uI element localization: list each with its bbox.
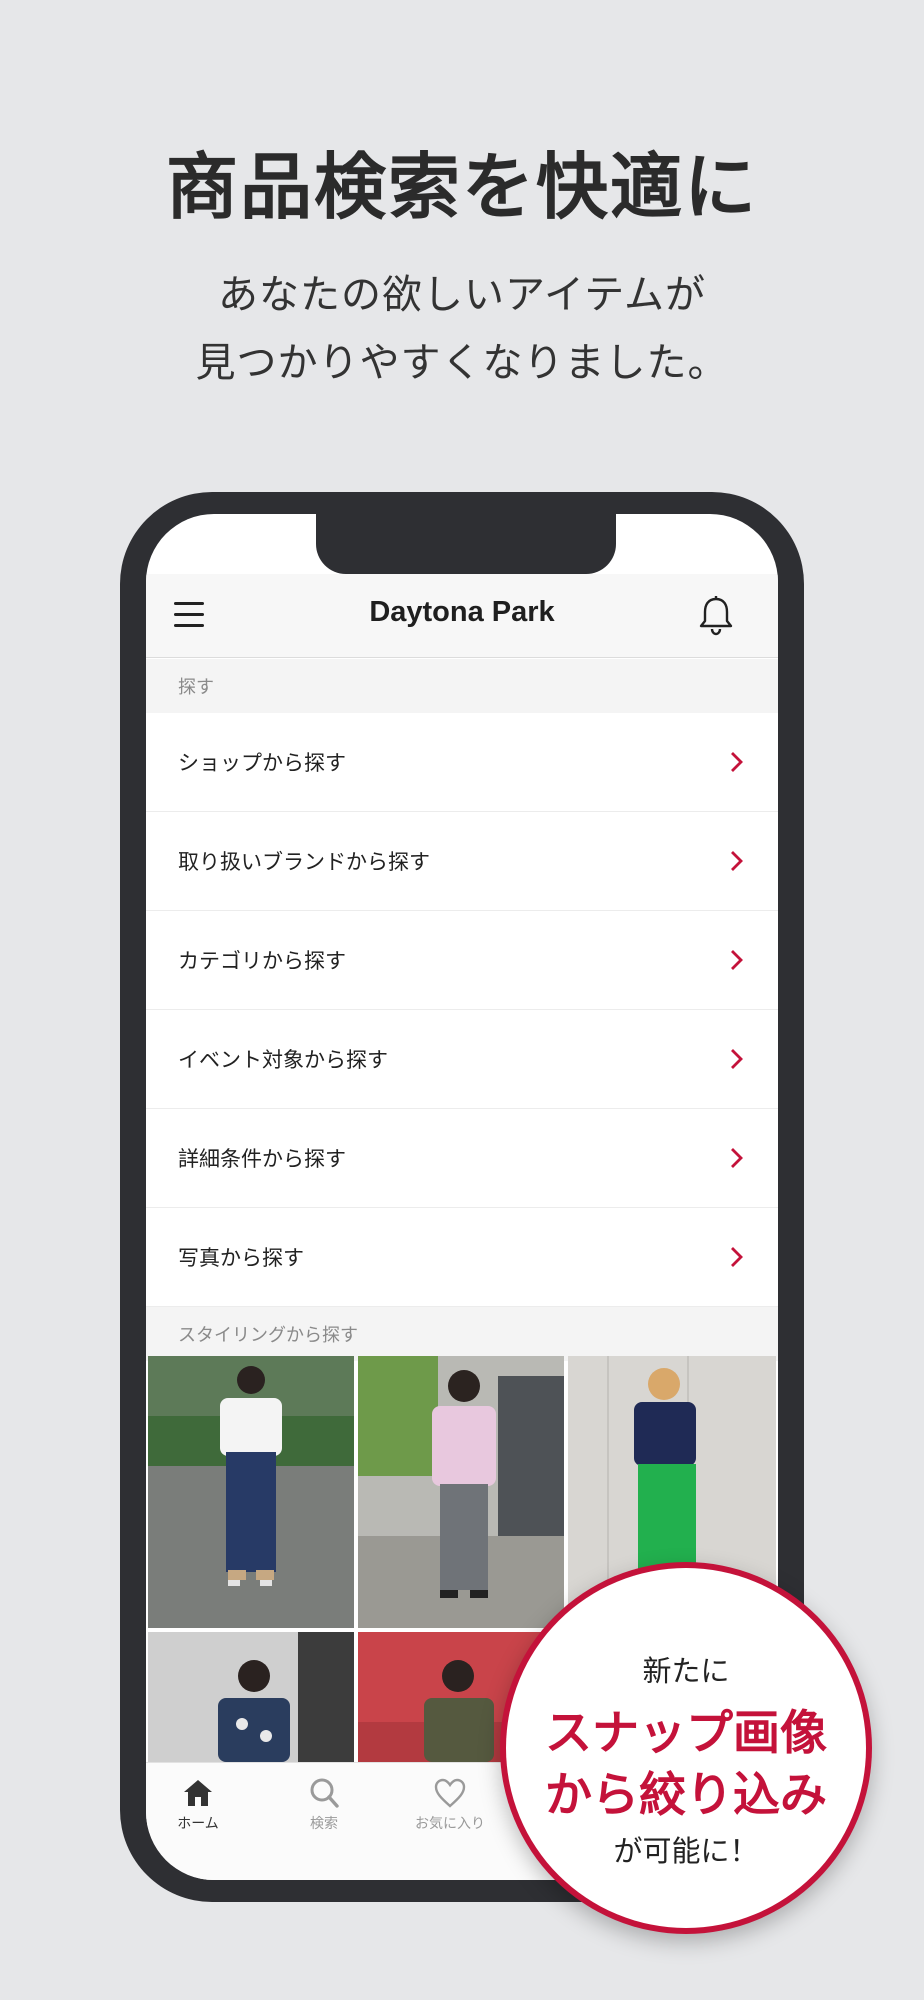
list-item-shop[interactable]: ショップから探す — [146, 713, 778, 812]
styling-section-label: スタイリングから探す — [146, 1307, 778, 1361]
tab-home[interactable]: ホーム — [146, 1777, 258, 1833]
tab-search[interactable]: 検索 — [264, 1777, 384, 1833]
list-item-brand[interactable]: 取り扱いブランドから探す — [146, 812, 778, 911]
promo-subline-2: 見つかりやすくなりました。 — [195, 340, 729, 386]
list-item-event[interactable]: イベント対象から探す — [146, 1010, 778, 1109]
list-item-detail[interactable]: 詳細条件から探す — [146, 1109, 778, 1208]
list-item-label: 取り扱いブランドから探す — [178, 850, 430, 874]
chevron-right-icon — [731, 1247, 743, 1267]
styling-photo[interactable] — [358, 1356, 564, 1628]
feature-badge: 新たに スナップ画像 から絞り込み が可能に！ — [500, 1562, 872, 1934]
heart-icon — [434, 1778, 466, 1808]
search-options-list: ショップから探す 取り扱いブランドから探す カテゴリから探す イベント対象から探… — [146, 713, 778, 1307]
badge-line-2: スナップ画像 — [545, 1706, 827, 1761]
app-header: Daytona Park — [146, 574, 778, 658]
chevron-right-icon — [731, 1049, 743, 1069]
promo-headline: 商品検索を快適に — [165, 145, 758, 229]
chevron-right-icon — [731, 851, 743, 871]
list-item-photo[interactable]: 写真から探す — [146, 1208, 778, 1307]
badge-line-1: 新たに — [642, 1654, 730, 1688]
tab-label: 検索 — [310, 1816, 338, 1832]
list-item-category[interactable]: カテゴリから探す — [146, 911, 778, 1010]
search-icon — [310, 1778, 339, 1808]
promo-subline-1: あなたの欲しいアイテムが — [218, 272, 706, 318]
list-item-label: 写真から探す — [178, 1246, 304, 1270]
list-item-label: ショップから探す — [178, 751, 346, 775]
search-section-label: 探す — [146, 659, 778, 713]
list-item-label: イベント対象から探す — [178, 1048, 388, 1072]
chevron-right-icon — [731, 752, 743, 772]
app-title: Daytona Park — [369, 596, 555, 628]
phone-notch — [316, 514, 616, 574]
chevron-right-icon — [731, 1148, 743, 1168]
tab-label: ホーム — [177, 1816, 219, 1832]
badge-line-3: から絞り込み — [545, 1768, 827, 1823]
list-item-label: カテゴリから探す — [178, 949, 346, 973]
tab-favorites[interactable]: お気に入り — [390, 1777, 510, 1833]
feature-badge-inner: 新たに スナップ画像 から絞り込み が可能に！ — [506, 1568, 866, 1928]
list-item-label: 詳細条件から探す — [178, 1147, 346, 1171]
home-icon — [184, 1780, 212, 1806]
bell-icon[interactable] — [696, 594, 736, 636]
tab-label: お気に入り — [415, 1816, 485, 1832]
styling-photo[interactable] — [148, 1632, 354, 1762]
styling-photo[interactable] — [148, 1356, 354, 1628]
chevron-right-icon — [731, 950, 743, 970]
badge-line-4: が可能に！ — [613, 1834, 759, 1868]
